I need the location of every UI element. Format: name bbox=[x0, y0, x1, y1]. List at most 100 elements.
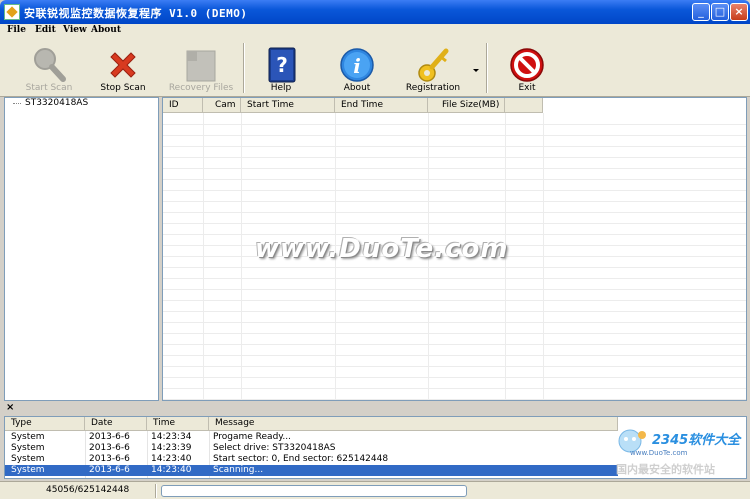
grid-row-line bbox=[163, 267, 746, 268]
close-button[interactable]: × bbox=[730, 3, 748, 21]
column-header-blank[interactable] bbox=[505, 98, 543, 113]
about-label: About bbox=[343, 83, 371, 93]
grid-row-line bbox=[163, 366, 746, 367]
grid-row-line bbox=[163, 333, 746, 334]
column-header-file-size[interactable]: File Size(MB) bbox=[428, 98, 505, 113]
log-time: 14:23:39 bbox=[151, 443, 192, 453]
no-entry-icon bbox=[510, 48, 544, 82]
menu-bar: File Edit View About bbox=[0, 24, 750, 39]
grid-row-line bbox=[163, 289, 746, 290]
grid-row-line bbox=[163, 344, 746, 345]
log-close-button[interactable]: × bbox=[6, 402, 14, 413]
grid-row-line bbox=[163, 157, 746, 158]
key-icon bbox=[418, 48, 449, 82]
grid-row-line bbox=[163, 168, 746, 169]
menu-file[interactable]: File bbox=[7, 25, 26, 35]
info-icon: i bbox=[340, 48, 374, 82]
status-separator bbox=[155, 484, 157, 498]
app-icon bbox=[4, 4, 20, 20]
column-header-end-time[interactable]: End Time bbox=[335, 98, 428, 113]
grid-row-line bbox=[163, 124, 746, 125]
log-header-date[interactable]: Date bbox=[85, 417, 147, 431]
log-type: System bbox=[11, 465, 45, 475]
registration-dropdown-icon[interactable] bbox=[473, 69, 479, 72]
grid-row-line bbox=[163, 190, 746, 191]
exit-label: Exit bbox=[518, 83, 536, 93]
log-header-type[interactable]: Type bbox=[5, 417, 85, 431]
menu-edit[interactable]: Edit bbox=[35, 25, 56, 35]
corner-slogan: 国内最安全的软件站 bbox=[616, 463, 715, 476]
log-row[interactable]: System 2013-6-6 14:23:40 Start sector: 0… bbox=[5, 454, 618, 465]
about-button[interactable]: i About bbox=[316, 39, 398, 96]
drive-tree: ST3320418AS bbox=[4, 97, 159, 401]
column-header-start-time[interactable]: Start Time bbox=[241, 98, 335, 113]
recovery-files-button[interactable]: Recovery Files bbox=[160, 39, 242, 96]
log-header-time[interactable]: Time bbox=[147, 417, 209, 431]
minimize-button[interactable]: _ bbox=[692, 3, 710, 21]
grid-row-line bbox=[163, 355, 746, 356]
grid-row-line bbox=[163, 179, 746, 180]
grid-row-line bbox=[163, 322, 746, 323]
start-scan-label: Start Scan bbox=[25, 83, 73, 93]
file-grid: ID Cam Start Time End Time File Size(MB)… bbox=[162, 97, 747, 401]
grid-row-line bbox=[163, 201, 746, 202]
log-date: 2013-6-6 bbox=[89, 454, 130, 464]
help-button[interactable]: ? Help bbox=[240, 39, 322, 96]
recovery-files-label: Recovery Files bbox=[168, 83, 234, 93]
log-message: Scanning... bbox=[213, 465, 264, 475]
grid-row-line bbox=[163, 212, 746, 213]
tree-item-drive[interactable]: ST3320418AS bbox=[25, 98, 88, 108]
grid-row-line bbox=[163, 223, 746, 224]
stop-x-icon bbox=[110, 52, 136, 78]
scan-progress-bar bbox=[161, 485, 467, 497]
menu-view[interactable]: View bbox=[63, 25, 87, 35]
grid-row-line bbox=[163, 135, 746, 136]
grid-row-line bbox=[163, 388, 746, 389]
grid-row-line bbox=[163, 377, 746, 378]
column-header-cam[interactable]: Cam bbox=[203, 98, 241, 113]
registration-label: Registration bbox=[405, 83, 461, 93]
log-message: Start sector: 0, End sector: 625142448 bbox=[213, 454, 389, 464]
start-scan-button[interactable]: Start Scan bbox=[8, 39, 90, 96]
stop-scan-button[interactable]: Stop Scan bbox=[82, 39, 164, 96]
log-row[interactable]: System 2013-6-6 14:23:39 Select drive: S… bbox=[5, 443, 618, 454]
log-date: 2013-6-6 bbox=[89, 465, 130, 475]
corner-site: www.DuoTe.com bbox=[630, 449, 688, 457]
maximize-button[interactable]: □ bbox=[711, 3, 729, 21]
grid-row-line bbox=[163, 300, 746, 301]
tree-connector bbox=[13, 103, 21, 104]
log-date: 2013-6-6 bbox=[89, 432, 130, 442]
corner-brand: 2345软件大全 bbox=[652, 433, 741, 448]
help-label: Help bbox=[270, 83, 292, 93]
toolbar: Start Scan Stop Scan Recovery Files ? He… bbox=[0, 39, 750, 97]
log-row-selected[interactable]: System 2013-6-6 14:23:40 Scanning... bbox=[5, 465, 618, 476]
exit-button[interactable]: Exit bbox=[486, 39, 568, 96]
title-bar[interactable]: 安联锐视监控数据恢复程序 V1.0 (DEMO) _ □ × bbox=[0, 0, 750, 24]
log-row[interactable]: System 2013-6-6 14:23:34 Progame Ready..… bbox=[5, 432, 618, 443]
magnifier-icon bbox=[34, 48, 66, 82]
log-time: 14:23:34 bbox=[151, 432, 192, 442]
corner-watermark: 2345软件大全 www.DuoTe.com 国内最安全的软件站 bbox=[612, 425, 748, 480]
watermark-text: www.DuoTe.com bbox=[255, 234, 509, 264]
grid-row-line bbox=[163, 399, 746, 400]
help-book-icon: ? bbox=[268, 47, 296, 83]
log-date: 2013-6-6 bbox=[89, 443, 130, 453]
log-time: 14:23:40 bbox=[151, 465, 192, 475]
status-bar: 45056/625142448 bbox=[0, 481, 750, 499]
svg-text:?: ? bbox=[276, 53, 288, 77]
window-title: 安联锐视监控数据恢复程序 V1.0 (DEMO) bbox=[24, 7, 248, 20]
grid-row-line bbox=[163, 311, 746, 312]
menu-about[interactable]: About bbox=[91, 25, 121, 35]
stop-scan-label: Stop Scan bbox=[100, 83, 146, 93]
recovery-box-icon bbox=[186, 50, 216, 82]
sector-progress-text: 45056/625142448 bbox=[46, 485, 130, 495]
grid-row-line bbox=[163, 146, 746, 147]
log-header-message[interactable]: Message bbox=[209, 417, 618, 431]
registration-button[interactable]: Registration bbox=[392, 39, 474, 96]
grid-row-line bbox=[163, 278, 746, 279]
column-header-id[interactable]: ID bbox=[163, 98, 203, 113]
log-type: System bbox=[11, 432, 45, 442]
log-message: Progame Ready... bbox=[213, 432, 291, 442]
log-type: System bbox=[11, 443, 45, 453]
svg-text:i: i bbox=[353, 54, 361, 78]
